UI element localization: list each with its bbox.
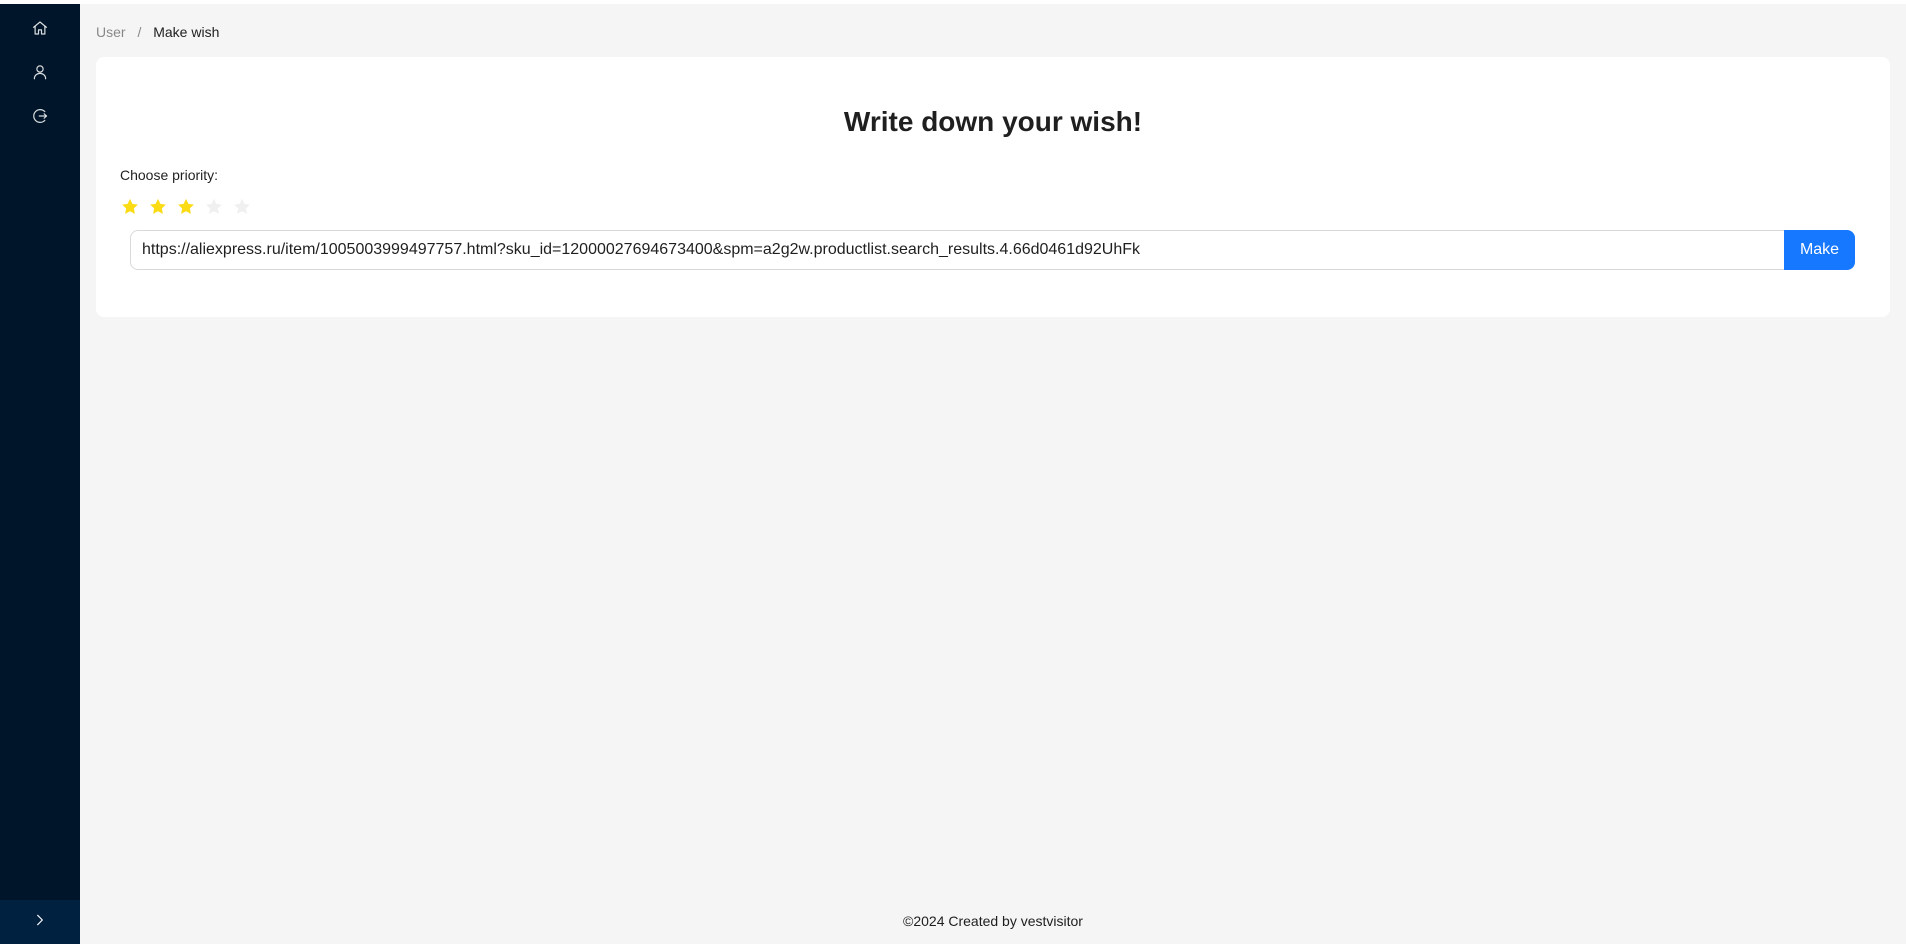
app-layout: User / Make wish Write down your wish! C… [0, 4, 1906, 944]
footer: ©2024 Created by vestvisitor [903, 913, 1083, 929]
wish-form-card: Write down your wish! Choose priority: M… [96, 57, 1890, 317]
sidebar-menu [0, 4, 80, 140]
breadcrumb-item-user[interactable]: User [96, 24, 126, 40]
star-icon[interactable] [232, 197, 252, 217]
sidebar-item-user[interactable] [0, 52, 80, 96]
star-icon[interactable] [120, 197, 140, 217]
breadcrumb-item-current: Make wish [153, 24, 220, 40]
breadcrumb: User / Make wish [96, 21, 219, 43]
star-icon[interactable] [204, 197, 224, 217]
sidebar [0, 4, 80, 944]
wish-url-input[interactable] [130, 230, 1784, 270]
star-icon[interactable] [176, 197, 196, 217]
user-icon [31, 63, 49, 86]
sidebar-item-home[interactable] [0, 8, 80, 52]
home-icon [31, 19, 49, 42]
sidebar-collapse-trigger[interactable] [0, 900, 80, 944]
logout-icon [31, 107, 49, 130]
chevron-right-icon [33, 913, 47, 932]
wish-url-input-group: Make [130, 230, 1855, 270]
main-layout: User / Make wish Write down your wish! C… [80, 4, 1906, 944]
page-title: Write down your wish! [843, 106, 1143, 137]
make-button[interactable]: Make [1784, 230, 1855, 270]
sidebar-item-logout[interactable] [0, 96, 80, 140]
priority-rating [120, 197, 252, 217]
priority-label: Choose priority: [120, 167, 219, 183]
star-icon[interactable] [148, 197, 168, 217]
breadcrumb-separator: / [137, 24, 142, 40]
